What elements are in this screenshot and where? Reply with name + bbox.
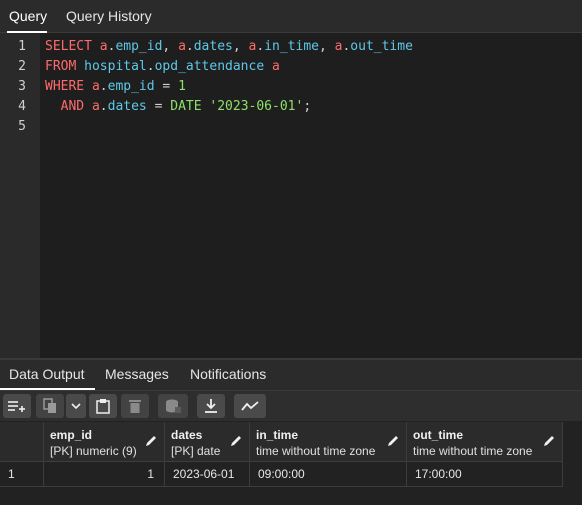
- add-row-icon[interactable]: [3, 394, 31, 418]
- code-line: AND a.dates = DATE '2023-06-01';: [60, 99, 312, 114]
- code-line: WHERE a.emp_id = 1: [45, 79, 186, 94]
- line-number: 3: [18, 79, 26, 94]
- column-type: time without time zone: [256, 444, 376, 458]
- table-cell[interactable]: 1: [44, 462, 165, 487]
- row-number[interactable]: 1: [0, 462, 44, 487]
- code-line: SELECT a.emp_id, a.dates, a.in_time, a.o…: [45, 39, 413, 54]
- column-type: [PK] numeric (9): [50, 444, 137, 458]
- graph-icon[interactable]: [234, 394, 266, 418]
- delete-icon[interactable]: [121, 394, 149, 418]
- pencil-icon[interactable]: [229, 434, 243, 448]
- line-number: 4: [18, 99, 26, 114]
- column-name: dates: [171, 428, 203, 442]
- table-cell[interactable]: 09:00:00: [250, 462, 407, 487]
- copy-icon[interactable]: [36, 394, 64, 418]
- pencil-icon[interactable]: [144, 434, 158, 448]
- code-line: FROM hospital.opd_attendance a: [45, 59, 280, 74]
- line-number: 2: [18, 59, 26, 74]
- save-data-icon[interactable]: [158, 394, 188, 418]
- column-name: out_time: [413, 428, 464, 442]
- tab-query-history[interactable]: Query History: [66, 0, 152, 32]
- data-grid: emp_id [PK] numeric (9) dates [PK] date …: [0, 422, 582, 505]
- output-tabs: Data Output Messages Notifications: [0, 360, 582, 391]
- paste-icon[interactable]: [89, 394, 117, 418]
- column-header-in-time[interactable]: in_time time without time zone: [250, 422, 407, 462]
- pencil-icon[interactable]: [542, 434, 556, 448]
- column-name: in_time: [256, 428, 299, 442]
- column-header-dates[interactable]: dates [PK] date: [165, 422, 250, 462]
- sql-editor[interactable]: 1 2 3 4 5 SELECT a.emp_id, a.dates, a.in…: [0, 33, 582, 358]
- column-header-out-time[interactable]: out_time time without time zone: [407, 422, 563, 462]
- column-type: time without time zone: [413, 444, 533, 458]
- line-gutter: 1 2 3 4 5: [0, 33, 40, 358]
- table-cell[interactable]: 17:00:00: [407, 462, 563, 487]
- line-number: 5: [18, 119, 26, 134]
- line-number: 1: [18, 39, 26, 54]
- tab-query[interactable]: Query: [7, 0, 47, 33]
- table-cell[interactable]: 2023-06-01: [165, 462, 250, 487]
- column-name: emp_id: [50, 428, 93, 442]
- query-tabs: Query Query History: [0, 0, 582, 33]
- pencil-icon[interactable]: [386, 434, 400, 448]
- chevron-down-icon[interactable]: [66, 394, 86, 418]
- column-type: [PK] date: [171, 444, 221, 458]
- tab-data-output[interactable]: Data Output: [0, 360, 95, 390]
- sql-code[interactable]: SELECT a.emp_id, a.dates, a.in_time, a.o…: [45, 37, 575, 137]
- row-number-header: [0, 422, 44, 462]
- column-header-emp-id[interactable]: emp_id [PK] numeric (9): [44, 422, 165, 462]
- download-icon[interactable]: [197, 394, 225, 418]
- tab-messages[interactable]: Messages: [105, 360, 169, 388]
- tab-notifications[interactable]: Notifications: [190, 360, 266, 388]
- data-toolbar: [0, 391, 582, 421]
